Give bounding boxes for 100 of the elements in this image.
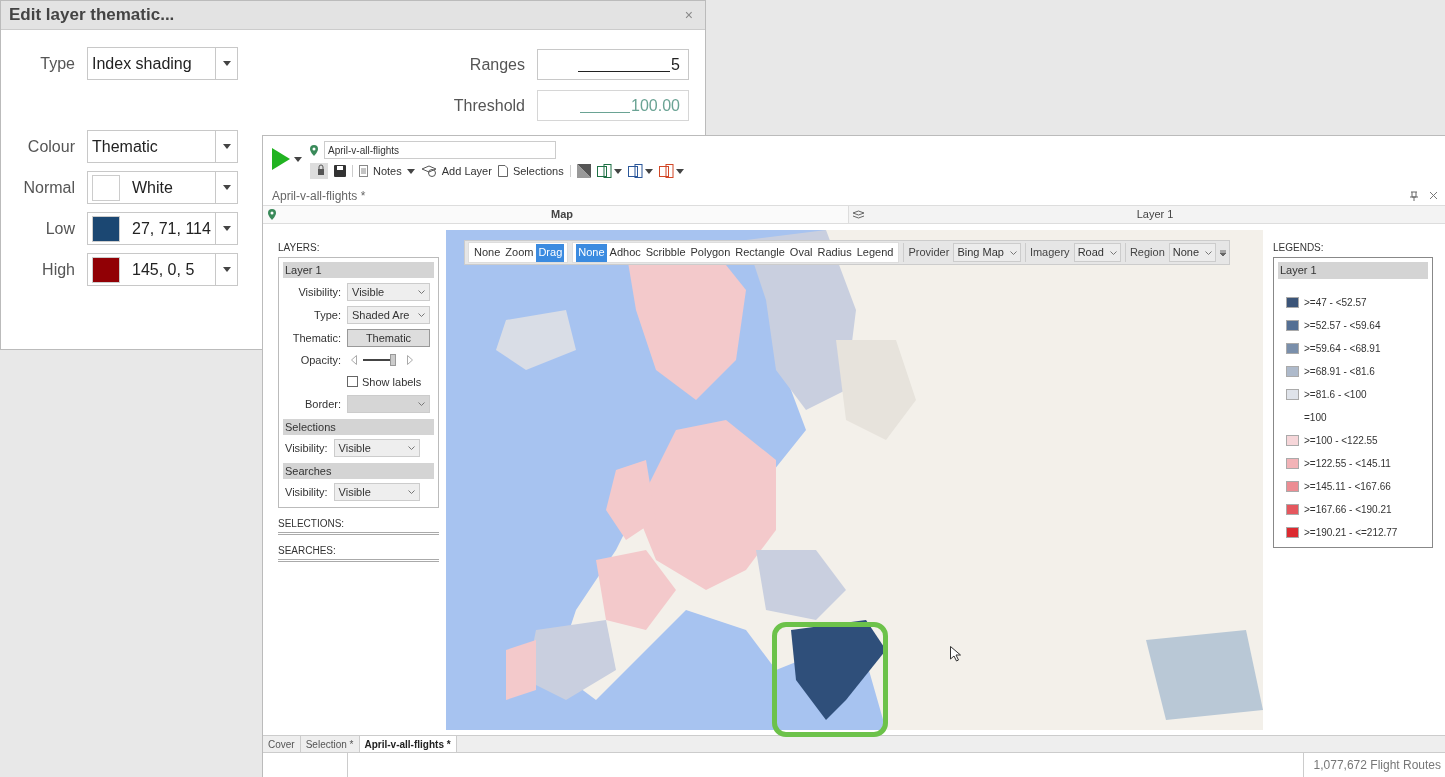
chevron-icon [1009, 250, 1017, 255]
chevron-icon [407, 490, 415, 494]
pane-title: Map [551, 207, 573, 223]
mouse-cursor-icon [950, 646, 961, 662]
play-icon[interactable] [271, 147, 291, 171]
document-export-icon[interactable] [627, 164, 643, 179]
toolbar-button[interactable]: Notes [359, 163, 415, 180]
tool-button[interactable]: Rectangle [733, 243, 787, 262]
layers-icon [852, 209, 865, 220]
dropdown[interactable]: 27, 71, 114 [87, 212, 238, 245]
pane-title: Layer 1 [1136, 207, 1174, 223]
chevron-icon [1205, 250, 1213, 255]
dropdown[interactable]: White [87, 171, 238, 204]
pin-icon [310, 144, 318, 156]
field-label: Threshold [452, 95, 525, 116]
legend-label: >=145.11 - <167.66 [1304, 479, 1391, 494]
panel-heading: LEGENDS: [1273, 241, 1325, 255]
notes-icon [359, 165, 368, 178]
document-tab[interactable]: April-v-all-flights * [359, 736, 457, 752]
thematic-button[interactable]: Thematic [347, 329, 430, 347]
show-labels-checkbox[interactable]: Show labels [347, 373, 422, 390]
layers-icon [420, 165, 437, 178]
field-label: Opacity: [299, 353, 341, 368]
dropdown[interactable]: Bing Map [953, 243, 1021, 262]
caret-icon [222, 267, 231, 272]
legend-label: >=52.57 - <59.64 [1304, 318, 1381, 333]
dialog-title: Edit layer thematic... [9, 4, 175, 27]
legend-label: >=167.66 - <190.21 [1304, 502, 1392, 517]
caret-icon [222, 226, 231, 231]
caret-icon [675, 168, 684, 174]
panel-heading: LAYERS: [278, 241, 321, 255]
chevron-icon [418, 402, 425, 406]
close-icon[interactable] [1430, 192, 1437, 199]
dropdown[interactable]: Index shading [87, 47, 238, 80]
section-header: Layer 1 [1278, 262, 1428, 279]
dropdown[interactable]: Visible [333, 483, 420, 501]
dropdown-value: Index shading [92, 53, 192, 74]
caret-icon [613, 168, 622, 174]
legend-label: >=59.64 - <68.91 [1304, 341, 1381, 356]
dropdown[interactable]: Thematic [87, 130, 238, 163]
dropdown[interactable]: Visible [333, 439, 420, 457]
document-title: April-v-all-flights * [272, 187, 366, 205]
tool-button[interactable]: Legend [854, 243, 896, 262]
overflow-icon[interactable] [1220, 249, 1227, 256]
mode-button[interactable]: Drag [536, 243, 565, 262]
panel-heading: SEARCHES: [278, 543, 439, 562]
export-image-icon[interactable] [576, 164, 591, 179]
dropdown[interactable]: Shaded Are [347, 306, 430, 324]
document-export-icon[interactable] [658, 164, 674, 179]
pin-icon [268, 209, 276, 220]
dropdown[interactable]: 145, 0, 5 [87, 253, 238, 286]
section-header: Layer 1 [283, 262, 434, 278]
tool-button[interactable]: Adhoc [607, 243, 643, 262]
legend-label: >=190.21 - <=212.77 [1304, 525, 1398, 540]
dropdown-value: White [132, 177, 173, 198]
save-icon[interactable] [334, 165, 346, 178]
lock-icon[interactable] [310, 163, 328, 180]
dropdown-caret-icon [294, 156, 302, 162]
chevron-icon [1109, 250, 1117, 255]
dropdown[interactable]: Visible [347, 283, 430, 301]
dropdown-value: 27, 71, 114 [132, 218, 211, 239]
pin-pane-icon[interactable] [1410, 190, 1418, 201]
mode-button[interactable]: None [472, 243, 503, 262]
dropdown[interactable]: None [1168, 243, 1217, 262]
caret-icon [222, 144, 231, 149]
field-label: High [41, 259, 75, 280]
caret-icon [644, 168, 653, 174]
caret-icon [406, 168, 415, 174]
field-label: Ranges [468, 54, 525, 75]
dropdown-value: Thematic [92, 136, 158, 157]
number-field[interactable]: 5 [537, 49, 689, 80]
field-label: Type: [313, 307, 341, 323]
field-label: Visibility: [285, 484, 328, 500]
chevron-icon [407, 446, 415, 450]
mode-button[interactable]: Zoom [503, 243, 536, 262]
document-export-icon[interactable] [596, 164, 612, 179]
chevron-icon [418, 290, 425, 294]
toolbar-button[interactable]: Selections [497, 163, 564, 180]
tool-button[interactable]: None [576, 243, 607, 262]
toolbar-button[interactable]: Add Layer [420, 163, 492, 180]
dropdown[interactable]: Road [1073, 243, 1121, 262]
map-view[interactable]: None Zoom Drag None Adhoc Scribble Polygon Rectangle Oval Radius Legend Provider Bing Map Imagery Road Region None [446, 230, 1263, 730]
field-label: Thematic: [291, 330, 341, 346]
legend-label: >=100 - <122.55 [1304, 433, 1378, 448]
field-label: Type [39, 53, 75, 74]
field-label: Low [44, 218, 75, 239]
tool-button[interactable]: Polygon [688, 243, 733, 262]
chevron-icon [418, 313, 425, 317]
tool-button[interactable]: Scribble [643, 243, 688, 262]
page-icon [497, 165, 508, 178]
tool-button[interactable]: Oval [787, 243, 815, 262]
search-field[interactable]: April-v-all-flights [324, 141, 556, 159]
panel-heading: SELECTIONS: [278, 516, 439, 535]
legend-label: >=68.91 - <81.6 [1304, 364, 1375, 379]
tool-button[interactable]: Radius [815, 243, 854, 262]
field-label: Normal [22, 177, 75, 198]
legend-label: >=81.6 - <100 [1304, 387, 1367, 402]
section-header: Searches [283, 463, 434, 479]
caret-icon [222, 61, 231, 66]
status-text: 1,077,672 Flight Routes [1302, 753, 1445, 777]
